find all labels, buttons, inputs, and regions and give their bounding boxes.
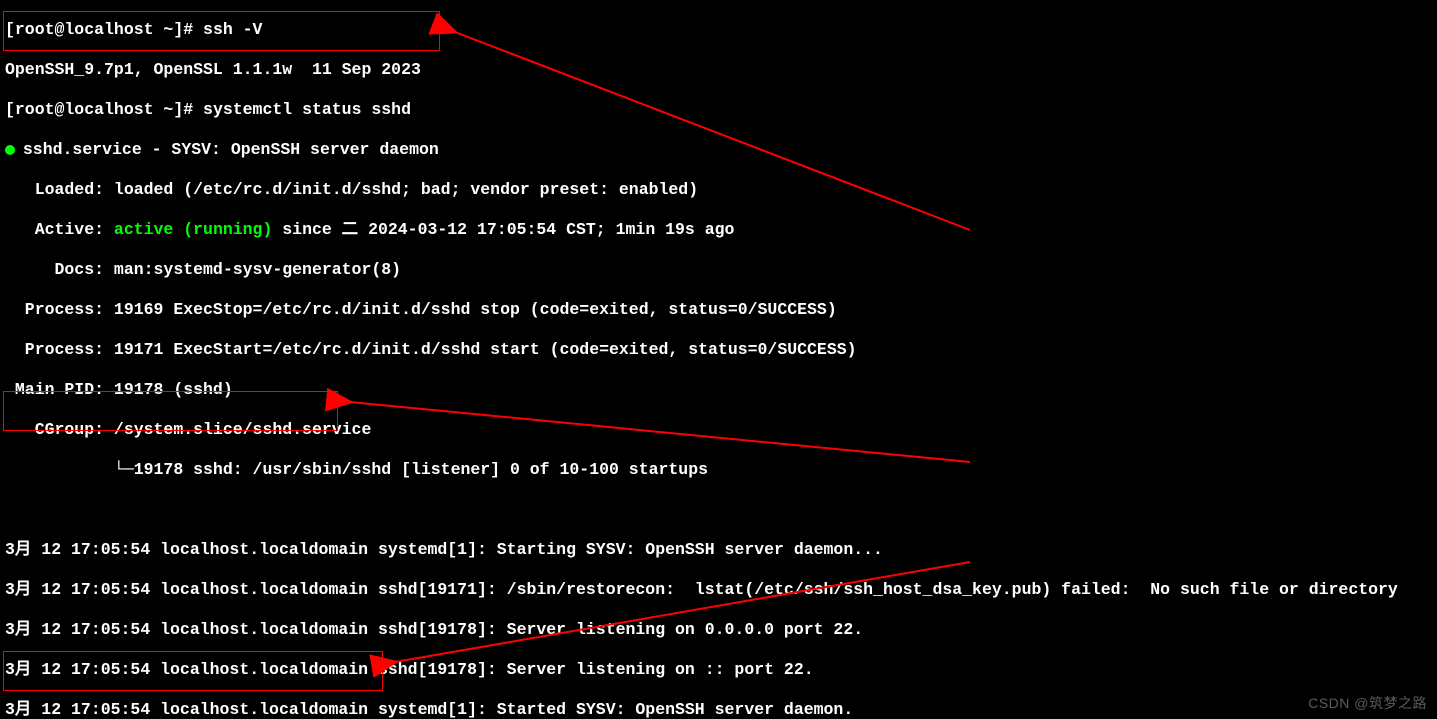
blank: [5, 500, 1432, 520]
sshd-log: 3月 12 17:05:54 localhost.localdomain ssh…: [5, 580, 1432, 600]
output-ssh-version: OpenSSH_9.7p1, OpenSSL 1.1.1w 11 Sep 202…: [5, 60, 1432, 80]
sshd-log: 3月 12 17:05:54 localhost.localdomain ssh…: [5, 660, 1432, 680]
status-dot-icon: [5, 145, 15, 155]
status-active: active (running): [114, 220, 272, 239]
sshd-log: 3月 12 17:05:54 localhost.localdomain ssh…: [5, 620, 1432, 640]
label-active: Active:: [5, 220, 114, 239]
sshd-log: 3月 12 17:05:54 localhost.localdomain sys…: [5, 540, 1432, 560]
command-text: systemctl status sshd: [203, 100, 411, 119]
command-text: ssh -V: [203, 20, 262, 39]
sshd-cgroup: CGroup: /system.slice/sshd.service: [5, 420, 1432, 440]
prompt-line-1[interactable]: [root@localhost ~]# ssh -V: [5, 20, 1432, 40]
sshd-active: Active: active (running) since 二 2024-03…: [5, 220, 1432, 240]
shell-prompt: [root@localhost ~]#: [5, 100, 203, 119]
sshd-proc-start: Process: 19171 ExecStart=/etc/rc.d/init.…: [5, 340, 1432, 360]
sshd-loaded: Loaded: loaded (/etc/rc.d/init.d/sshd; b…: [5, 180, 1432, 200]
unit-name: sshd.service - SYSV: OpenSSH server daem…: [23, 140, 439, 159]
sshd-docs: Docs: man:systemd-sysv-generator(8): [5, 260, 1432, 280]
prompt-line-2[interactable]: [root@localhost ~]# systemctl status ssh…: [5, 100, 1432, 120]
sshd-mainpid: Main PID: 19178 (sshd): [5, 380, 1432, 400]
sshd-log: 3月 12 17:05:54 localhost.localdomain sys…: [5, 700, 1432, 719]
sshd-proc-stop: Process: 19169 ExecStop=/etc/rc.d/init.d…: [5, 300, 1432, 320]
sshd-tree: └─19178 sshd: /usr/sbin/sshd [listener] …: [5, 460, 1432, 480]
status-since: since 二 2024-03-12 17:05:54 CST; 1min 19…: [272, 220, 734, 239]
shell-prompt: [root@localhost ~]#: [5, 20, 203, 39]
sshd-unit: sshd.service - SYSV: OpenSSH server daem…: [5, 140, 1432, 160]
terminal-output: [root@localhost ~]# ssh -V OpenSSH_9.7p1…: [0, 0, 1437, 719]
watermark: CSDN @筑梦之路: [1308, 693, 1427, 713]
